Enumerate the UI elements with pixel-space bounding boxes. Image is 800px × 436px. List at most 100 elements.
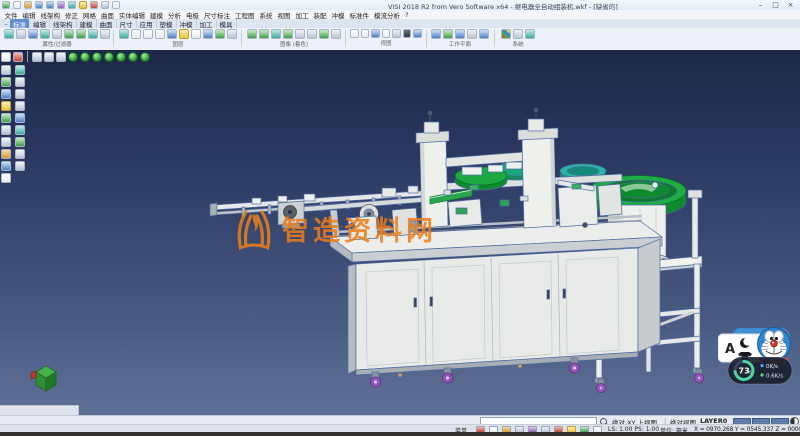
assembly-machine-model[interactable] (31, 108, 704, 392)
close-button[interactable]: × (783, 0, 798, 10)
layer-current-icon[interactable] (167, 29, 177, 39)
workplane-list-icon[interactable] (479, 29, 489, 39)
shade-icon[interactable] (247, 29, 257, 39)
trim-icon[interactable] (15, 101, 25, 111)
element-filter-icon[interactable] (52, 29, 62, 39)
menu-view[interactable]: 视图 (275, 10, 293, 20)
sketch-icon[interactable] (1, 52, 11, 62)
zoom-all-icon[interactable] (350, 29, 359, 38)
layer-manager-icon[interactable] (119, 29, 129, 39)
new-file-icon[interactable] (13, 1, 21, 9)
select-icon[interactable] (1, 65, 11, 75)
tab-wireframe[interactable]: 线架构 (50, 19, 77, 29)
zoom-window-icon[interactable] (361, 29, 370, 38)
shade-edges-icon[interactable] (259, 29, 269, 39)
background-icon[interactable] (331, 29, 341, 39)
stamp-icon[interactable] (112, 1, 120, 9)
layer-list-icon[interactable] (215, 29, 225, 39)
layer-copy-icon[interactable] (143, 29, 153, 39)
undo-icon[interactable] (90, 1, 98, 9)
collapse-toolbar-icon[interactable]: – (2, 20, 10, 28)
break-icon[interactable] (15, 161, 25, 171)
machine-cabinet[interactable] (348, 239, 660, 387)
view-filter-icon[interactable] (413, 29, 422, 38)
tab-modeling[interactable]: 建模 (77, 19, 97, 29)
top-view-icon[interactable] (44, 52, 54, 62)
export-icon[interactable] (79, 1, 87, 9)
cad-scene[interactable] (0, 50, 800, 415)
properties-paint-icon[interactable] (1, 173, 11, 183)
menu-assembly[interactable]: 装配 (311, 10, 329, 20)
rotate-view-icon[interactable] (382, 29, 391, 38)
color-filter-icon[interactable] (40, 29, 50, 39)
view-sphere-back-icon[interactable] (140, 52, 150, 62)
redo-icon[interactable] (101, 1, 109, 9)
print-icon[interactable] (57, 1, 65, 9)
tab-tooling[interactable]: 模具 (217, 19, 237, 29)
import-icon[interactable] (68, 1, 76, 9)
layer-new-icon[interactable] (131, 29, 141, 39)
move-icon[interactable] (1, 125, 11, 135)
isolate-icon[interactable] (100, 29, 110, 39)
view-sphere-right-icon[interactable] (116, 52, 126, 62)
menu-flow-analysis[interactable]: 模流分析 (372, 10, 403, 20)
offset-icon[interactable] (1, 113, 11, 123)
view-sphere-bottom-icon[interactable] (92, 52, 102, 62)
scale-icon[interactable] (1, 137, 11, 147)
show-all-icon[interactable] (76, 29, 86, 39)
measure-icon[interactable] (1, 77, 11, 87)
tab-application[interactable]: 应用 (137, 19, 157, 29)
layer-active-icon[interactable] (179, 29, 189, 39)
attribute-icon[interactable] (28, 29, 38, 39)
previous-view-icon[interactable] (392, 29, 401, 38)
tab-dimension[interactable]: 尺寸 (117, 19, 137, 29)
workplane-align-icon[interactable] (455, 29, 465, 39)
save-icon[interactable] (35, 1, 43, 9)
delete-icon[interactable] (13, 52, 23, 62)
rotate-icon[interactable] (15, 125, 25, 135)
render-icon[interactable] (319, 29, 329, 39)
layer-delete-icon[interactable] (227, 29, 237, 39)
view-sphere-top-icon[interactable] (80, 52, 90, 62)
recorder-status-pill[interactable]: 73 % 0K/s 0.6K/s (728, 357, 792, 384)
filter-icon[interactable] (16, 29, 26, 39)
tab-surface[interactable]: 曲面 (97, 19, 117, 29)
system-settings-icon[interactable] (501, 29, 511, 39)
menu-machining[interactable]: 加工 (293, 10, 311, 20)
tab-mold[interactable]: 塑模 (157, 19, 177, 29)
transparency-icon[interactable] (295, 29, 305, 39)
tab-standard[interactable]: 标准 (10, 19, 30, 29)
hide-icon[interactable] (88, 29, 98, 39)
iso-view-icon[interactable] (32, 52, 42, 62)
maximize-button[interactable]: □ (768, 0, 783, 10)
view-sphere-left-icon[interactable] (104, 52, 114, 62)
chamfer-icon[interactable] (15, 149, 25, 159)
view-sphere-iso-icon[interactable] (68, 52, 78, 62)
mirror-icon[interactable] (15, 113, 25, 123)
front-view-icon[interactable] (56, 52, 66, 62)
hidden-line-icon[interactable] (283, 29, 293, 39)
tab-die[interactable]: 冲模 (177, 19, 197, 29)
letter-a-button[interactable]: A (725, 342, 735, 357)
pan-icon[interactable] (371, 29, 380, 38)
menu-system[interactable]: 系统 (257, 10, 275, 20)
fillet-icon[interactable] (1, 149, 11, 159)
open-folder-icon[interactable] (24, 1, 32, 9)
system-options-icon[interactable] (513, 29, 523, 39)
visibility-icon[interactable] (64, 29, 74, 39)
new-document-icon[interactable] (2, 1, 10, 9)
tab-edit[interactable]: 编辑 (30, 19, 50, 29)
save-all-icon[interactable] (46, 1, 54, 9)
highlight-icon[interactable] (1, 101, 11, 111)
wireframe-view-icon[interactable] (271, 29, 281, 39)
workplane-by-face-icon[interactable] (443, 29, 453, 39)
workplane-icon[interactable] (431, 29, 441, 39)
workplane-reset-icon[interactable] (467, 29, 477, 39)
minimize-button[interactable]: – (753, 0, 768, 10)
circle-icon[interactable] (15, 89, 25, 99)
menu-die[interactable]: 冲模 (329, 10, 347, 20)
layer-off-icon[interactable] (203, 29, 213, 39)
point-icon[interactable] (15, 77, 25, 87)
properties-icon[interactable] (4, 29, 14, 39)
system-info-icon[interactable] (525, 29, 535, 39)
